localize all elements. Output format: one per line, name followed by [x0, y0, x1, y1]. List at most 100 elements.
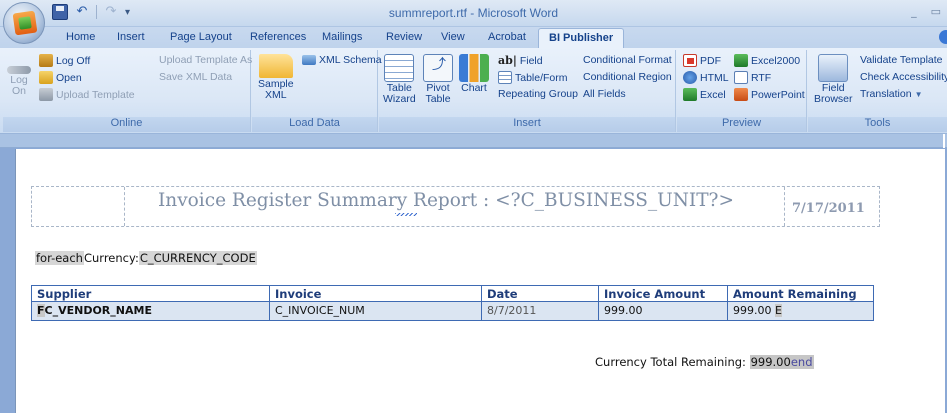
table-wizard-button[interactable]: Table Wizard — [383, 54, 416, 105]
html-label: HTML — [700, 71, 729, 84]
conditional-format-button[interactable]: Conditional Format — [583, 54, 672, 66]
header-logo-cell[interactable] — [32, 187, 125, 226]
ribbon: Log On Log Off Open Upload Template Uplo… — [0, 48, 947, 134]
tab-home[interactable]: Home — [66, 31, 95, 43]
tab-review[interactable]: Review — [386, 31, 422, 43]
supplier-field[interactable]: C_VENDOR_NAME — [45, 304, 152, 317]
field-browser-button[interactable]: Field Browser — [814, 54, 853, 105]
header-supplier: Supplier — [32, 286, 270, 301]
open-icon — [39, 71, 53, 84]
header-invoice: Invoice — [270, 286, 482, 301]
table-form-icon — [498, 71, 512, 84]
help-icon[interactable] — [939, 30, 947, 44]
table-form-button[interactable]: Table/Form — [498, 71, 568, 84]
tab-mailings[interactable]: Mailings — [322, 31, 362, 43]
maximize-button[interactable]: ▭ — [931, 5, 941, 18]
supplier-cell[interactable]: FC_VENDOR_NAME — [32, 302, 270, 320]
header-invoice-amount: Invoice Amount — [599, 286, 728, 301]
amount-remaining-cell[interactable]: 999.00 E — [728, 302, 873, 320]
group-online: Log On Log Off Open Upload Template Uplo… — [3, 50, 252, 132]
preview-powerpoint-button[interactable]: PowerPoint — [734, 88, 805, 101]
log-off-button[interactable]: Log Off — [39, 54, 90, 67]
window-title: summreport.rtf - Microsoft Word — [388, 6, 559, 20]
tab-references[interactable]: References — [250, 31, 306, 43]
spelling-squiggle — [395, 213, 417, 216]
upload-template-as-label: Upload Template As — [159, 54, 253, 66]
end-for-each-marker[interactable]: E — [775, 304, 782, 317]
currency-total-label: Currency Total Remaining: — [595, 355, 750, 369]
sample-xml-label: Sample XML — [258, 78, 294, 101]
log-on-button[interactable]: Log On — [7, 66, 31, 97]
sample-xml-button[interactable]: Sample XML — [258, 54, 294, 101]
table-row[interactable]: FC_VENDOR_NAME C_INVOICE_NUM 8/7/2011 99… — [32, 302, 873, 320]
end-for-each-tag: end — [790, 355, 813, 369]
chart-button[interactable]: Chart — [459, 54, 489, 94]
currency-label: Currency: — [83, 251, 139, 265]
powerpoint-icon — [734, 88, 748, 101]
preview-excel-button[interactable]: Excel — [683, 88, 726, 101]
supplier-for-each-marker[interactable]: F — [37, 304, 45, 317]
invoice-amount-cell[interactable]: 999.00 — [599, 302, 728, 320]
excel2000-label: Excel2000 — [751, 54, 801, 67]
preview-excel2000-button[interactable]: Excel2000 — [734, 54, 800, 67]
chart-icon — [459, 54, 489, 82]
upload-icon — [39, 88, 53, 101]
pivot-table-button[interactable]: Pivot Table — [423, 54, 453, 105]
open-button[interactable]: Open — [39, 71, 82, 84]
group-preview: PDF HTML Excel Excel2000 RTF PowerPoint … — [677, 50, 807, 132]
powerpoint-label: PowerPoint — [751, 88, 805, 101]
all-fields-label: All Fields — [583, 88, 626, 100]
currency-total-field[interactable]: 999.00end — [749, 355, 814, 369]
date-cell[interactable]: 8/7/2011 — [482, 302, 599, 320]
preview-html-button[interactable]: HTML — [683, 71, 729, 84]
upload-template-as-button[interactable]: Upload Template As — [159, 54, 252, 66]
header-amount-remaining: Amount Remaining — [733, 287, 857, 301]
schema-icon — [302, 55, 316, 65]
tab-view[interactable]: View — [441, 31, 465, 43]
folder-icon — [258, 54, 293, 78]
check-accessibility-label: Check Accessibility — [860, 71, 947, 83]
currency-code-field[interactable]: C_CURRENCY_CODE — [138, 251, 257, 265]
save-xml-data-button[interactable]: Save XML Data — [159, 71, 232, 83]
preview-pdf-button[interactable]: PDF — [683, 54, 721, 67]
preview-rtf-button[interactable]: RTF — [734, 71, 771, 84]
translation-button[interactable]: Translation ▼ — [860, 88, 922, 100]
amount-remaining-field[interactable]: 999.00 — [733, 304, 772, 317]
tab-page-layout[interactable]: Page Layout — [170, 31, 232, 43]
all-fields-button[interactable]: All Fields — [583, 88, 626, 100]
tab-bi-publisher[interactable]: BI Publisher — [538, 28, 625, 48]
translation-label: Translation — [860, 88, 912, 100]
office-button[interactable] — [3, 2, 45, 44]
repeating-group-button[interactable]: Repeating Group — [498, 88, 578, 100]
field-label: Field — [519, 54, 543, 67]
xml-schema-button[interactable]: XML Schema — [302, 54, 382, 66]
upload-template-button[interactable]: Upload Template — [39, 88, 135, 101]
currency-total-line[interactable]: Currency Total Remaining: 999.00end — [595, 355, 814, 369]
invoice-cell[interactable]: C_INVOICE_NUM — [270, 302, 482, 320]
tab-acrobat[interactable]: Acrobat — [488, 31, 526, 43]
report-title[interactable]: Invoice Register Summary Report : <?C_BU… — [158, 190, 734, 211]
repeating-group-label: Repeating Group — [498, 88, 578, 100]
ruler-marker[interactable] — [943, 134, 945, 148]
invoice-table: Supplier Invoice Date Invoice Amount Amo… — [31, 285, 874, 321]
invoice-amount-field[interactable]: 999.00 — [604, 304, 643, 317]
date-field[interactable]: 8/7/2011 — [487, 304, 536, 317]
log-off-icon — [39, 54, 53, 67]
field-button[interactable]: ab| Field — [498, 54, 543, 67]
tab-insert[interactable]: Insert — [117, 31, 145, 43]
group-label-load-data: Load Data — [252, 117, 377, 132]
invoice-field[interactable]: C_INVOICE_NUM — [275, 304, 365, 317]
validate-template-button[interactable]: Validate Template — [860, 54, 943, 66]
for-each-field[interactable]: for-each — [35, 251, 84, 265]
minimize-button[interactable]: _ — [911, 5, 917, 18]
for-each-currency-line[interactable]: for-each Currency: C_CURRENCY_CODE — [35, 251, 257, 265]
dropdown-arrow-icon: ▼ — [914, 89, 923, 99]
excel-label: Excel — [700, 88, 726, 101]
field-icon: ab| — [498, 54, 517, 67]
conditional-region-button[interactable]: Conditional Region — [583, 71, 672, 83]
pdf-icon — [683, 54, 697, 67]
report-date[interactable]: 7/17/2011 — [792, 201, 865, 216]
upload-template-label: Upload Template — [56, 88, 135, 101]
check-accessibility-button[interactable]: Check Accessibility — [860, 71, 947, 83]
save-xml-data-label: Save XML Data — [159, 71, 233, 83]
